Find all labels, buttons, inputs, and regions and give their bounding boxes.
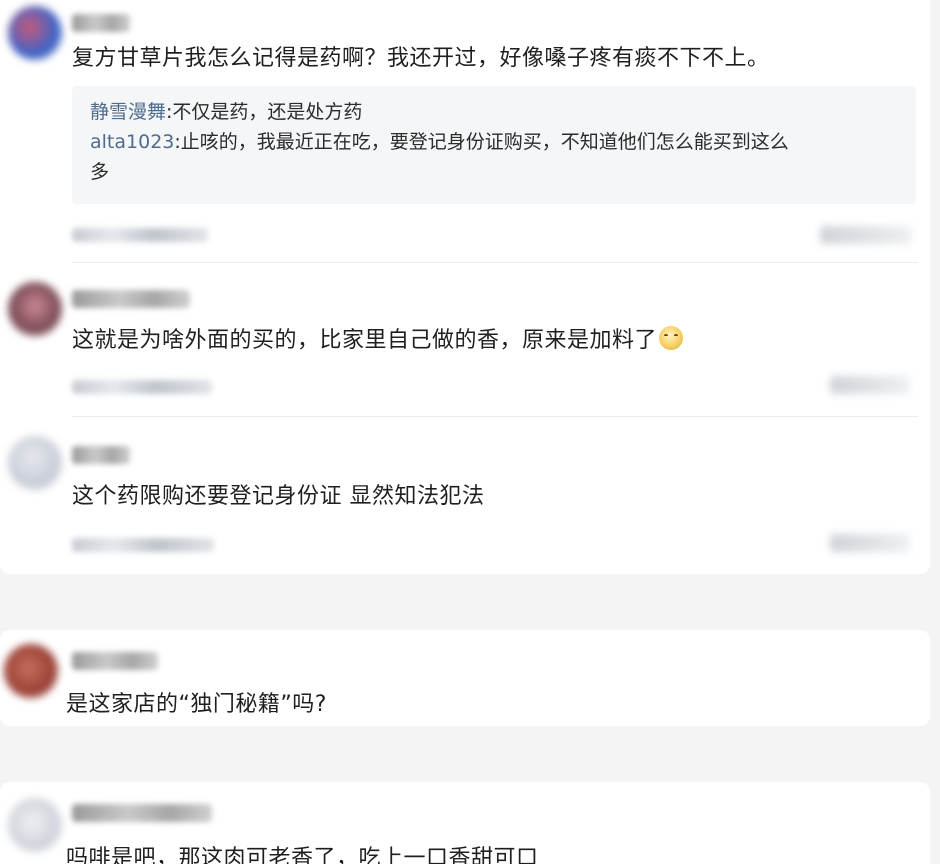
comment-card: 复方甘草片我怎么记得是药啊？我还开过，好像嗓子疼有痰不下不上。 静雪漫舞:不仅是…	[0, 0, 930, 574]
user-avatar[interactable]	[8, 436, 62, 490]
comment-item: 复方甘草片我怎么记得是药啊？我还开过，好像嗓子疼有痰不下不上。 静雪漫舞:不仅是…	[0, 0, 930, 264]
username-blurred[interactable]	[72, 804, 212, 822]
reply-item: 静雪漫舞:不仅是药，还是处方药	[90, 98, 898, 126]
comment-text: 这个药限购还要登记身份证 显然知法犯法	[72, 484, 485, 509]
reply-text: :不仅是药，还是处方药	[166, 101, 363, 123]
username-blurred[interactable]	[72, 14, 130, 32]
comment-text: 复方甘草片我怎么记得是药啊？我还开过，好像嗓子疼有痰不下不上。	[72, 46, 770, 71]
smiling-face-emoji-icon	[659, 326, 684, 350]
user-avatar[interactable]	[8, 282, 62, 336]
username-blurred[interactable]	[72, 652, 158, 670]
comment-meta-blurred	[72, 538, 214, 552]
username-blurred[interactable]	[72, 290, 190, 308]
reply-username[interactable]: alta1023	[90, 131, 174, 153]
like-button-blurred[interactable]	[830, 534, 910, 552]
comment-item: 这就是为啥外面的买的，比家里自己做的香，原来是加料了	[0, 264, 930, 418]
reply-text: :止咳的，我最近正在吃，要登记身份证购买，不知道他们怎么能买到这么	[174, 131, 789, 153]
reply-username[interactable]: 静雪漫舞	[90, 101, 166, 123]
comment-meta-blurred	[72, 228, 208, 242]
comment-text: 这就是为啥外面的买的，比家里自己做的香，原来是加料了	[72, 326, 910, 356]
comment-item: 这个药限购还要登记身份证 显然知法犯法	[0, 418, 930, 574]
user-avatar[interactable]	[8, 798, 62, 852]
like-button-blurred[interactable]	[830, 376, 910, 394]
user-avatar[interactable]	[4, 644, 58, 698]
comment-card: 是这家店的“独门秘籍”吗?	[0, 630, 930, 726]
username-blurred[interactable]	[72, 446, 130, 464]
comment-text-content: 这就是为啥外面的买的，比家里自己做的香，原来是加料了	[72, 328, 658, 353]
comment-item: 吗啡是吧，那这肉可老香了，吃上一口香甜可口	[0, 782, 930, 864]
reply-item: alta1023:止咳的，我最近正在吃，要登记身份证购买，不知道他们怎么能买到这…	[90, 128, 898, 156]
comment-text: 吗啡是吧，那这肉可老香了，吃上一口香甜可口	[66, 846, 539, 864]
reply-item: 多	[90, 158, 898, 186]
comment-meta-blurred	[72, 380, 212, 394]
like-button-blurred[interactable]	[820, 226, 912, 244]
user-avatar[interactable]	[8, 6, 62, 60]
comment-text: 是这家店的“独门秘籍”吗?	[66, 692, 327, 717]
comment-card: 吗啡是吧，那这肉可老香了，吃上一口香甜可口	[0, 782, 930, 864]
reply-text-continued: 多	[90, 161, 110, 183]
comment-item: 是这家店的“独门秘籍”吗?	[0, 630, 930, 726]
comment-divider	[72, 416, 918, 417]
comment-page: 复方甘草片我怎么记得是药啊？我还开过，好像嗓子疼有痰不下不上。 静雪漫舞:不仅是…	[0, 0, 940, 864]
reply-preview-box[interactable]: 静雪漫舞:不仅是药，还是处方药 alta1023:止咳的，我最近正在吃，要登记身…	[72, 86, 916, 204]
comment-divider	[72, 262, 918, 263]
